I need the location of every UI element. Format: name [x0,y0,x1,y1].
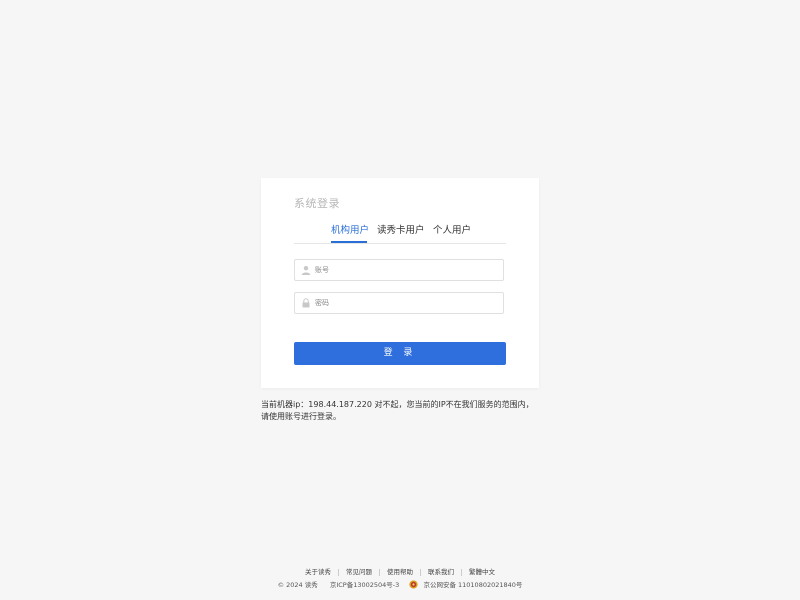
account-field[interactable] [294,259,504,281]
login-tabs: 机构用户 读秀卡用户 个人用户 [294,225,506,244]
page: 系统登录 机构用户 读秀卡用户 个人用户 登 录 当前机器ip：198.44.1… [0,0,800,600]
footer-link-faq[interactable]: 常见问题 [339,566,379,576]
login-title: 系统登录 [294,197,340,210]
login-card: 系统登录 机构用户 读秀卡用户 个人用户 登 录 [261,178,539,388]
footer-police-record-link[interactable]: 京公网安备 11010802021840号 [423,579,522,589]
lock-icon [302,298,310,308]
login-button[interactable]: 登 录 [294,342,506,365]
footer-copyright: © 2024 读秀 [277,581,318,589]
password-field[interactable] [294,292,504,314]
police-badge-icon [409,579,419,589]
footer-icp-link[interactable]: 京ICP备13002504号-3 [330,579,399,589]
password-input[interactable] [315,296,495,310]
user-icon [301,266,311,275]
active-tab-indicator [331,241,367,243]
tab-personal-user[interactable]: 个人用户 [433,225,471,237]
tab-institution-user[interactable]: 机构用户 [331,225,369,237]
footer-link-traditional-chinese[interactable]: 繁體中文 [462,566,502,576]
footer-link-about[interactable]: 关于读秀 [298,566,338,576]
account-input[interactable] [315,263,495,277]
tab-duxiu-card-user[interactable]: 读秀卡用户 [377,225,425,237]
footer-link-contact[interactable]: 联系我们 [421,566,461,576]
footer-link-help[interactable]: 使用帮助 [380,566,420,576]
ip-notice: 当前机器ip：198.44.187.220 对不起，您当前的IP不在我们服务的范… [261,400,534,421]
footer-links: 关于读秀 常见问题 使用帮助 联系我们 繁體中文 [0,566,800,576]
footer-info: © 2024 读秀 京ICP备13002504号-3 京公网安备 1101080… [0,579,800,589]
